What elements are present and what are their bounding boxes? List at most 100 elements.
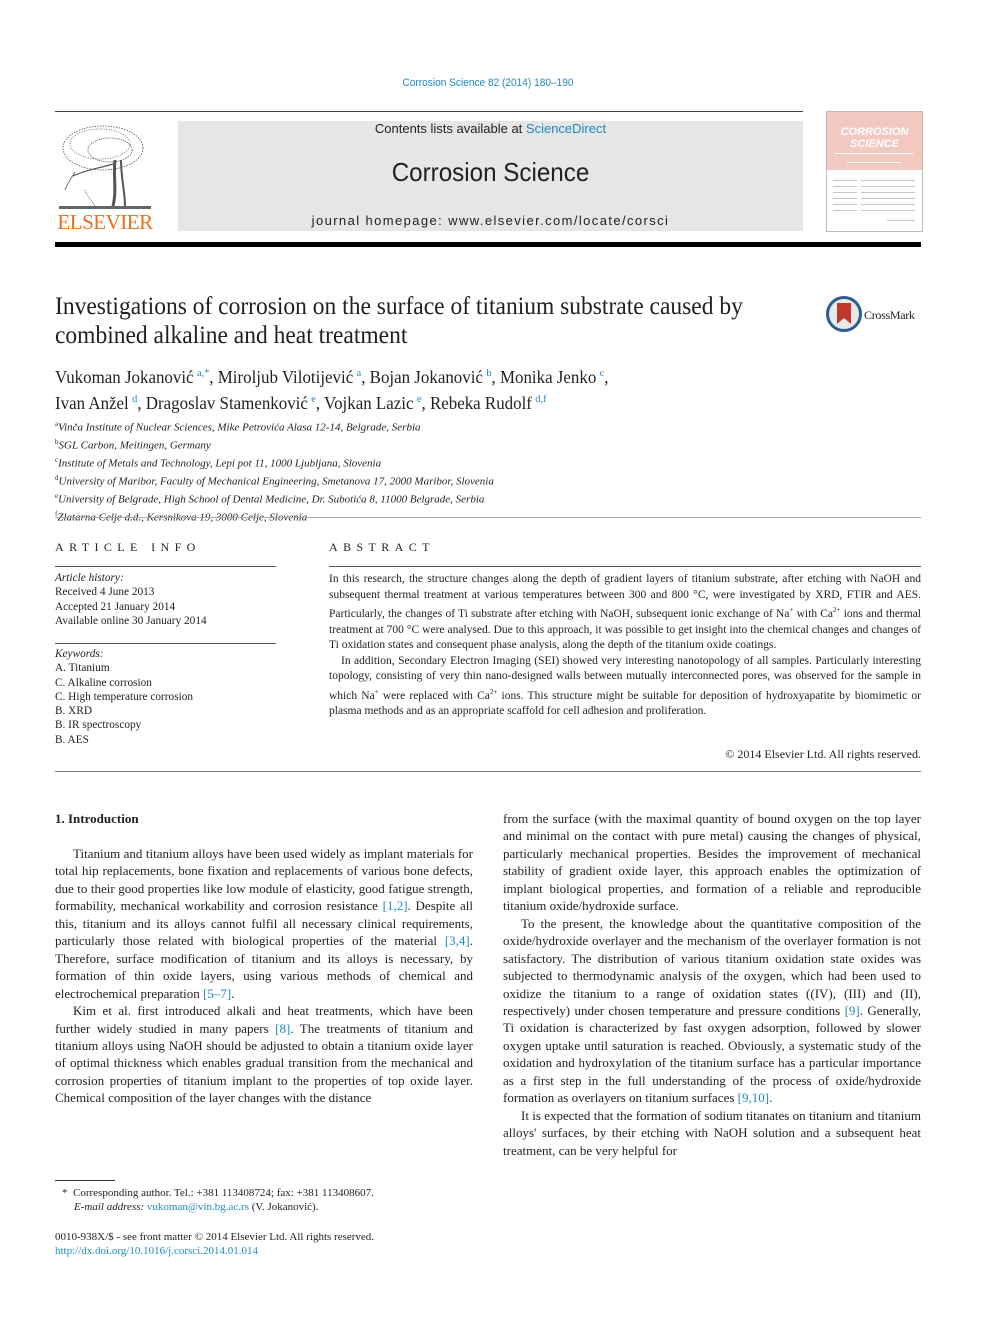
history-online: Available online 30 January 2014 <box>55 614 207 627</box>
author-name[interactable]: Bojan Jokanović <box>370 367 483 387</box>
cover-title-line2: SCIENCE <box>850 138 899 150</box>
author-separator: , <box>421 393 430 413</box>
keyword: B. IR spectroscopy <box>55 719 142 732</box>
author[interactable]: Bojan Jokanović b <box>370 367 492 387</box>
history-accepted: Accepted 21 January 2014 <box>55 600 176 613</box>
author-name[interactable]: Ivan Anžel <box>55 393 129 413</box>
keywords: Keywords: A. Titanium C. Alkaline corros… <box>55 647 280 747</box>
section-heading: 1. Introduction <box>55 811 139 826</box>
front-matter: 0010-938X/$ - see front matter © 2014 El… <box>55 1230 495 1259</box>
author-name[interactable]: Miroljub Vilotijević <box>218 367 353 387</box>
author[interactable]: Vukoman Jokanović a,* <box>55 367 209 387</box>
author-separator: , <box>209 367 218 387</box>
article-title: Investigations of corrosion on the surfa… <box>55 293 743 349</box>
cover-text-line <box>833 186 857 187</box>
doi-link[interactable]: http://dx.doi.org/10.1016/j.corsci.2014.… <box>55 1245 258 1257</box>
footnote-rule <box>55 1180 115 1181</box>
keywords-label: Keywords: <box>55 648 104 660</box>
issn-line: 0010-938X/$ - see front matter © 2014 El… <box>55 1231 375 1243</box>
section-rule <box>55 517 921 518</box>
affiliation: aVinča Institute of Nuclear Sciences, Mi… <box>55 417 655 435</box>
header-thick-rule <box>55 242 921 247</box>
body-paragraph: To the present, the knowledge about the … <box>503 915 921 1107</box>
journal-citation[interactable]: Corrosion Science 82 (2014) 180–190 <box>39 77 937 89</box>
footnote-text: (V. Jokanović). <box>249 1201 319 1214</box>
article-info-heading: ARTICLE INFO <box>55 540 201 554</box>
body-text: . Generally, Ti oxidation is characteriz… <box>503 1002 921 1106</box>
keyword: C. Alkaline corrosion <box>55 676 152 689</box>
crossmark-label: CrossMark <box>864 308 915 322</box>
cover-text-line <box>861 192 915 193</box>
citation-link[interactable]: [1,2] <box>383 898 408 913</box>
citation-link[interactable]: [9,10] <box>738 1090 769 1105</box>
citation-link[interactable]: [5–7] <box>203 986 231 1001</box>
history-label: Article history: <box>55 572 124 584</box>
crossmark-button[interactable]: CrossMark <box>826 296 926 334</box>
author-name[interactable]: Monika Jenko <box>500 367 596 387</box>
footnote-marker: * <box>62 1187 68 1199</box>
header-rule <box>55 111 803 112</box>
author-name[interactable]: Dragoslav Stamenković <box>146 393 308 413</box>
cover-text-line <box>861 180 915 181</box>
body-paragraph: Titanium and titanium alloys have been u… <box>55 845 473 1002</box>
keyword: A. Titanium <box>55 662 110 675</box>
cover-text-line <box>861 210 915 211</box>
author-affiliation-marker[interactable]: a,* <box>197 367 209 379</box>
author[interactable]: Miroljub Vilotijević a <box>218 367 361 387</box>
abstract-copyright: © 2014 Elsevier Ltd. All rights reserved… <box>725 747 921 761</box>
author[interactable]: Vojkan Lazic e <box>324 393 421 413</box>
author-name[interactable]: Rebeka Rudolf <box>430 393 532 413</box>
author[interactable]: Monika Jenko c <box>500 367 604 387</box>
article-info-rule <box>55 643 276 644</box>
cover-text-line <box>861 198 915 199</box>
cover-text-line <box>861 186 915 187</box>
author[interactable]: Dragoslav Stamenković e <box>146 393 316 413</box>
cover-text-line <box>887 220 915 221</box>
email-link[interactable]: vukoman@vin.bg.ac.rs <box>147 1201 249 1213</box>
author-separator: , <box>137 393 146 413</box>
journal-cover-thumbnail[interactable]: CORROSION SCIENCE <box>826 111 923 232</box>
affiliation-text: Institute of Metals and Technology, Lepi… <box>58 457 382 470</box>
citation-link[interactable]: [9] <box>845 1003 860 1018</box>
citation-link[interactable]: [3,4] <box>445 933 470 948</box>
author[interactable]: Ivan Anžel d <box>55 393 137 413</box>
abstract-body: In this research, the structure changes … <box>329 572 921 720</box>
affiliation: dUniversity of Maribor, Faculty of Mecha… <box>55 471 655 489</box>
author-separator: , <box>315 393 325 413</box>
sciencedirect-link[interactable]: ScienceDirect <box>526 121 606 136</box>
cover-text-line <box>833 198 857 199</box>
cover-text-line <box>833 210 857 211</box>
elsevier-logo[interactable]: ELSEVIER <box>55 120 155 235</box>
cover-text-line <box>861 204 915 205</box>
keyword: B. XRD <box>55 705 93 718</box>
cover-title-line1: CORROSION <box>840 126 909 138</box>
body-paragraph: from the surface (with the maximal quant… <box>503 811 921 914</box>
abstract-paragraph: In addition, Secondary Electron Imaging … <box>329 654 921 720</box>
body-paragraph: Kim et al. first introduced alkali and h… <box>55 1002 473 1107</box>
citation-link[interactable]: [8] <box>275 1021 290 1036</box>
crossmark-icon <box>826 296 862 332</box>
author[interactable]: Rebeka Rudolf d,f <box>430 393 547 413</box>
footnote-text: Corresponding author. Tel.: +381 1134087… <box>73 1187 374 1199</box>
abstract-paragraph: In this research, the structure changes … <box>329 572 921 654</box>
body-column-left: Titanium and titanium alloys have been u… <box>55 845 473 1107</box>
author-separator: , <box>604 367 609 387</box>
author-affiliation-marker[interactable]: d,f <box>535 393 546 405</box>
abstract-text: were replaced with Ca <box>378 689 490 702</box>
cover-text-line <box>833 204 857 205</box>
author-list: Vukoman Jokanović a,*, Miroljub Vilotije… <box>55 362 769 414</box>
contents-line: Contents lists available at ScienceDirec… <box>178 121 803 136</box>
elsevier-wordmark: ELSEVIER <box>57 210 153 234</box>
contents-prefix: Contents lists available at <box>374 121 526 136</box>
affiliation: bSGL Carbon, Meitingen, Germany <box>55 435 655 453</box>
affiliation-list: aVinča Institute of Nuclear Sciences, Mi… <box>55 417 655 525</box>
body-text: . <box>231 985 235 1001</box>
author-name[interactable]: Vojkan Lazic <box>324 393 413 413</box>
journal-homepage-link[interactable]: journal homepage: www.elsevier.com/locat… <box>178 213 803 228</box>
corresponding-author-footnote: * Corresponding author. Tel.: +381 11340… <box>62 1186 482 1215</box>
body-paragraph: It is expected that the formation of sod… <box>503 1107 921 1158</box>
footnote-line: * Corresponding author. Tel.: +381 11340… <box>62 1186 482 1200</box>
author-name[interactable]: Vukoman Jokanović <box>55 367 194 387</box>
article-history: Article history: Received 4 June 2013 Ac… <box>55 571 280 628</box>
history-received: Received 4 June 2013 <box>55 586 155 599</box>
